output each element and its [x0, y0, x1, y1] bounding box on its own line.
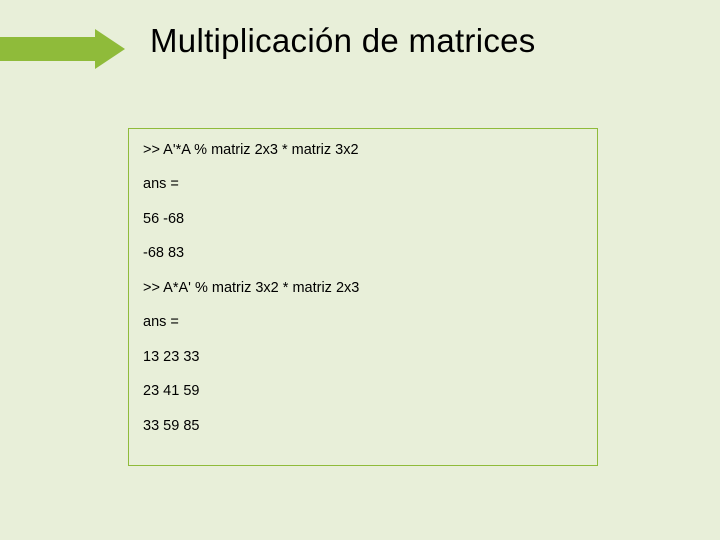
code-output-box: >> A'*A % matriz 2x3 * matriz 3x2 ans = … — [128, 128, 598, 466]
code-line: -68 83 — [143, 246, 583, 262]
code-line: 56 -68 — [143, 212, 583, 228]
code-line: 13 23 33 — [143, 350, 583, 366]
slide: Multiplicación de matrices >> A'*A % mat… — [0, 0, 720, 540]
code-line: >> A'*A % matriz 2x3 * matriz 3x2 — [143, 143, 583, 159]
code-line: ans = — [143, 177, 583, 193]
code-line: 33 59 85 — [143, 419, 583, 435]
arrow-head — [95, 29, 125, 69]
code-line: 23 41 59 — [143, 384, 583, 400]
arrow-body — [0, 37, 95, 61]
slide-title: Multiplicación de matrices — [150, 22, 536, 60]
title-arrow — [0, 29, 125, 69]
code-line: >> A*A' % matriz 3x2 * matriz 2x3 — [143, 281, 583, 297]
code-line: ans = — [143, 315, 583, 331]
